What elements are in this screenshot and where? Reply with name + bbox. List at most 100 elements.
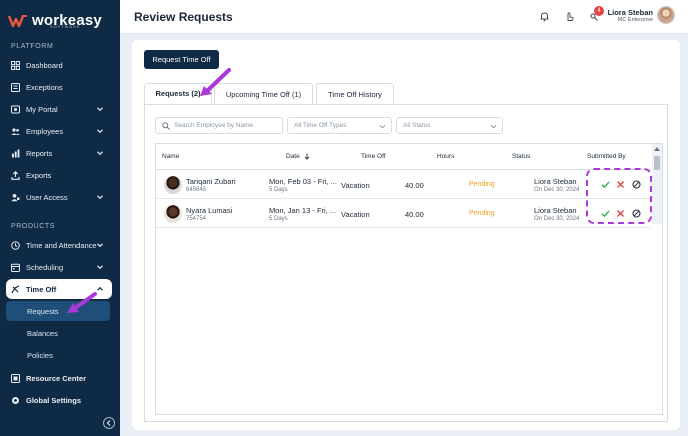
column-header-hours[interactable]: Hours <box>437 153 454 160</box>
employee-id: 754754 <box>186 216 207 222</box>
time-off-type-placeholder: All Time Off Types <box>294 122 347 129</box>
request-date: Mon, Feb 03 - Fri, ... <box>269 177 337 186</box>
logo-mark-icon <box>8 15 27 28</box>
sidebar-item-my-portal[interactable]: My Portal <box>6 99 112 119</box>
notification-count-badge: 4 <box>594 6 604 16</box>
settings-icon <box>11 396 20 405</box>
sidebar-item-label: My Portal <box>26 104 58 114</box>
column-header-date-label: Date <box>286 153 300 161</box>
sidebar-item-scheduling[interactable]: Scheduling <box>6 257 112 277</box>
hours: 40.00 <box>405 181 424 190</box>
chevron-down-icon <box>379 124 386 129</box>
sidebar: workeasy SOFTWARE PLATFORM Dashboard Exc… <box>0 0 120 436</box>
sidebar-item-exports[interactable]: Exports <box>6 165 112 185</box>
logo[interactable]: workeasy <box>8 6 102 36</box>
sidebar-item-label: User Access <box>26 192 68 202</box>
request-date: Mon, Jan 13 - Fri, ... <box>269 206 337 215</box>
requests-panel: All Time Off Types All Status Name Date … <box>144 104 668 422</box>
annotation-arrow-icon <box>67 292 97 313</box>
chevron-down-icon <box>97 243 103 248</box>
avatar <box>164 176 182 194</box>
sidebar-item-exceptions[interactable]: Exceptions <box>6 77 112 97</box>
submitted-by-name: Liora Steban <box>534 177 577 186</box>
chevron-down-icon <box>490 124 497 129</box>
employee-name[interactable]: Tariqani Zubari <box>186 177 236 186</box>
time-off-icon <box>11 284 20 294</box>
table-header: Name Date Time Off Hours Status Submitte… <box>156 144 651 170</box>
logo-subtitle: SOFTWARE <box>50 24 81 29</box>
sidebar-item-label: Reports <box>26 148 53 158</box>
status-badge: Pending <box>469 181 495 188</box>
sidebar-item-label: Global Settings <box>26 395 82 405</box>
bell-icon[interactable] <box>537 9 551 23</box>
sidebar-item-label: Exports <box>26 170 52 180</box>
column-header-time-off[interactable]: Time Off <box>361 153 386 160</box>
user-avatar[interactable] <box>657 6 675 24</box>
resource-center-icon <box>11 373 20 383</box>
section-label-platform: PLATFORM <box>11 43 54 50</box>
annotation-arrow-icon <box>200 68 231 96</box>
time-off-type-select[interactable]: All Time Off Types <box>287 117 392 134</box>
sidebar-item-global-settings[interactable]: Global Settings <box>6 390 112 410</box>
status-placeholder: All Status <box>403 122 431 129</box>
search-employee-field[interactable] <box>155 117 283 134</box>
sidebar-item-employees[interactable]: Employees <box>6 121 112 141</box>
annotation-highlight-box <box>586 168 652 224</box>
table-row[interactable]: Tariqani Zubari 645645 Mon, Feb 03 - Fri… <box>156 171 651 199</box>
request-days: 5 Days <box>269 216 288 222</box>
search-icon <box>162 121 170 130</box>
top-header: Review Requests 4 Liora Steban MC Enterp… <box>120 0 688 34</box>
sidebar-item-dashboard[interactable]: Dashboard <box>6 55 112 75</box>
search-input[interactable] <box>174 122 282 129</box>
sidebar-item-time-and-attendance[interactable]: Time and Attendance <box>6 235 112 255</box>
chevron-down-icon <box>97 195 103 200</box>
sidebar-item-reports[interactable]: Reports <box>6 143 112 163</box>
column-header-name[interactable]: Name <box>162 153 179 160</box>
section-label-products: PRODUCTS <box>11 223 56 230</box>
sidebar-item-user-access[interactable]: User Access <box>6 187 112 207</box>
time-off-type: Vacation <box>341 210 370 219</box>
sidebar-item-label: Resource Center <box>26 373 87 383</box>
scroll-up-arrow-icon[interactable] <box>654 147 660 151</box>
table-row[interactable]: Nyara Lumasi 754754 Mon, Jan 13 - Fri, .… <box>156 200 651 228</box>
exports-icon <box>11 170 20 180</box>
sidebar-item-label: Exceptions <box>26 82 63 92</box>
sidebar-item-label: Scheduling <box>26 262 64 272</box>
sidebar-subitem-policies[interactable]: Policies <box>6 345 110 365</box>
table-scrollbar[interactable] <box>652 144 662 224</box>
dashboard-icon <box>11 60 20 70</box>
sidebar-subitem-balances[interactable]: Balances <box>6 323 110 343</box>
scroll-thumb[interactable] <box>654 156 660 170</box>
user-access-icon <box>11 193 20 202</box>
clock-in-icon[interactable] <box>562 9 576 23</box>
sort-icon <box>304 153 309 160</box>
sidebar-item-resource-center[interactable]: Resource Center <box>6 368 112 388</box>
column-header-date[interactable]: Date <box>286 153 310 160</box>
sidebar-item-label: Time Off <box>26 284 57 294</box>
hours: 40.00 <box>405 210 424 219</box>
column-header-submitted-by[interactable]: Submitted By <box>587 153 626 160</box>
submitted-on: On Dec 30, 2024 <box>534 187 580 193</box>
request-days: 5 Days <box>269 187 288 193</box>
page-title: Review Requests <box>134 10 233 24</box>
status-select[interactable]: All Status <box>396 117 503 134</box>
time-off-type: Vacation <box>341 181 370 190</box>
chevron-down-icon <box>97 129 103 134</box>
chevron-down-icon <box>97 151 103 156</box>
employee-name[interactable]: Nyara Lumasi <box>186 206 232 215</box>
column-header-status[interactable]: Status <box>512 153 530 160</box>
status-badge: Pending <box>469 210 495 217</box>
submitted-on: On Dec 30, 2024 <box>534 216 580 222</box>
clock-icon <box>11 240 20 250</box>
sidebar-item-label: Dashboard <box>26 60 63 70</box>
exceptions-icon <box>11 82 20 92</box>
employee-id: 645645 <box>186 187 207 193</box>
user-org: MC Enterprise <box>617 17 653 23</box>
user-name[interactable]: Liora Steban <box>608 8 653 17</box>
sidebar-item-label: Employees <box>26 126 64 136</box>
calendar-icon <box>11 263 20 272</box>
tab-time-off-history[interactable]: Time Off History <box>316 83 394 105</box>
reports-icon <box>11 149 20 158</box>
collapse-sidebar-button[interactable] <box>103 417 115 429</box>
avatar <box>164 205 182 223</box>
